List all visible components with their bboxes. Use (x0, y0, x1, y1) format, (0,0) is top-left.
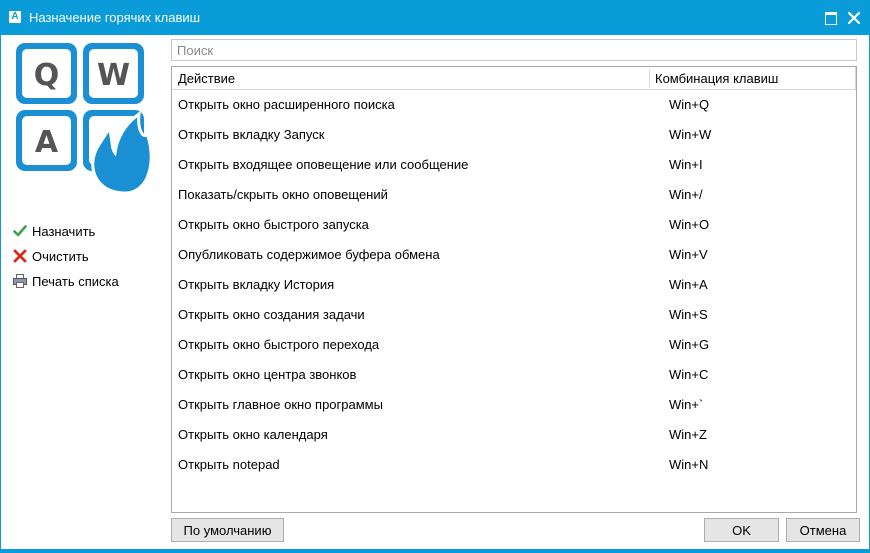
print-list-action[interactable]: Печать списка (13, 269, 119, 294)
key-q: Q (16, 43, 77, 104)
row-action: Показать/скрыть окно оповещений (178, 187, 388, 202)
row-action: Открыть notepad (178, 457, 280, 472)
row-action: Открыть окно быстрого перехода (178, 337, 380, 352)
app-icon: A (9, 11, 21, 23)
table-row[interactable]: Открыть вкладку Запуск Win+W (172, 120, 856, 150)
row-keys: Win+S (669, 307, 708, 322)
row-keys: Win+` (669, 397, 704, 412)
title-bar: A Назначение горячих клавиш (1, 1, 869, 35)
row-action: Открыть окно расширенного поиска (178, 97, 395, 112)
clear-label: Очистить (32, 249, 89, 264)
print-list-label: Печать списка (32, 274, 119, 289)
row-action: Открыть окно быстрого запуска (178, 217, 369, 232)
row-action: Открыть окно календаря (178, 427, 328, 442)
action-list: Назначить Очистить Печать списка (13, 219, 119, 294)
column-header-action[interactable]: Действие (178, 71, 235, 86)
row-keys: Win+C (669, 367, 709, 382)
key-w: W (83, 43, 144, 104)
row-keys: Win+I (669, 157, 703, 172)
ok-button[interactable]: OK (704, 518, 779, 542)
window-title: Назначение горячих клавиш (29, 10, 201, 25)
table-row[interactable]: Открыть окно быстрого запуска Win+O (172, 210, 856, 240)
table-row[interactable]: Открыть главное окно программы Win+` (172, 390, 856, 420)
row-action: Открыть вкладку Запуск (178, 127, 325, 142)
row-action: Открыть окно создания задачи (178, 307, 365, 322)
table-row[interactable]: Открыть окно центра звонков Win+C (172, 360, 856, 390)
table-row[interactable]: Показать/скрыть окно оповещений Win+/ (172, 180, 856, 210)
row-action: Открыть окно центра звонков (178, 367, 357, 382)
row-keys: Win+V (669, 247, 708, 262)
row-keys: Win+A (669, 277, 708, 292)
search-input[interactable] (171, 39, 857, 61)
window-bottom-border (1, 549, 869, 552)
header-divider (855, 67, 856, 89)
table-row[interactable]: Опубликовать содержимое буфера обмена Win… (172, 240, 856, 270)
restore-defaults-button[interactable]: По умолчанию (171, 518, 284, 542)
table-row[interactable]: Открыть входящее оповещение или сообщени… (172, 150, 856, 180)
column-header-keys[interactable]: Комбинация клавиш (655, 71, 778, 86)
assign-label: Назначить (32, 224, 96, 239)
table-row[interactable]: Открыть notepad Win+N (172, 450, 856, 480)
left-panel: Q W A Назначить Очистить Печать списка (1, 35, 166, 552)
table-row[interactable]: Открыть вкладку История Win+A (172, 270, 856, 300)
svg-text:Q: Q (34, 58, 60, 93)
table-row[interactable]: Открыть окно создания задачи Win+S (172, 300, 856, 330)
close-button[interactable] (843, 7, 865, 29)
row-keys: Win+G (669, 337, 710, 352)
row-action: Открыть входящее оповещение или сообщени… (178, 157, 469, 172)
hotkeys-table: Действие Комбинация клавиш Открыть окно … (171, 66, 857, 513)
row-keys: Win+Q (669, 97, 710, 112)
row-action: Опубликовать содержимое буфера обмена (178, 247, 440, 262)
red-x-icon (13, 249, 27, 263)
row-keys: Win+Z (669, 427, 707, 442)
svg-text:W: W (97, 58, 130, 93)
column-divider[interactable] (649, 69, 650, 87)
maximize-button[interactable] (821, 7, 843, 29)
table-header: Действие Комбинация клавиш (172, 67, 856, 90)
key-a: A (16, 110, 77, 171)
row-keys: Win+/ (669, 187, 703, 202)
cancel-button[interactable]: Отмена (786, 518, 860, 542)
svg-text:A: A (35, 125, 59, 160)
printer-icon (13, 274, 27, 288)
check-icon (13, 225, 27, 237)
row-keys: Win+W (669, 127, 712, 142)
table-row[interactable]: Открыть окно быстрого перехода Win+G (172, 330, 856, 360)
row-action: Открыть вкладку История (178, 277, 335, 292)
hotkeys-dialog: A Назначение горячих клавиш Q W A Назнач… (0, 0, 870, 553)
close-icon (847, 11, 861, 25)
row-keys: Win+O (669, 217, 710, 232)
table-body: Открыть окно расширенного поиска Win+Q От… (172, 90, 856, 480)
row-keys: Win+N (669, 457, 709, 472)
assign-action[interactable]: Назначить (13, 219, 119, 244)
table-row[interactable]: Открыть окно расширенного поиска Win+Q (172, 90, 856, 120)
clear-action[interactable]: Очистить (13, 244, 119, 269)
table-row[interactable]: Открыть окно календаря Win+Z (172, 420, 856, 450)
hotkeys-logo: Q W A (16, 43, 153, 195)
row-action: Открыть главное окно программы (178, 397, 383, 412)
